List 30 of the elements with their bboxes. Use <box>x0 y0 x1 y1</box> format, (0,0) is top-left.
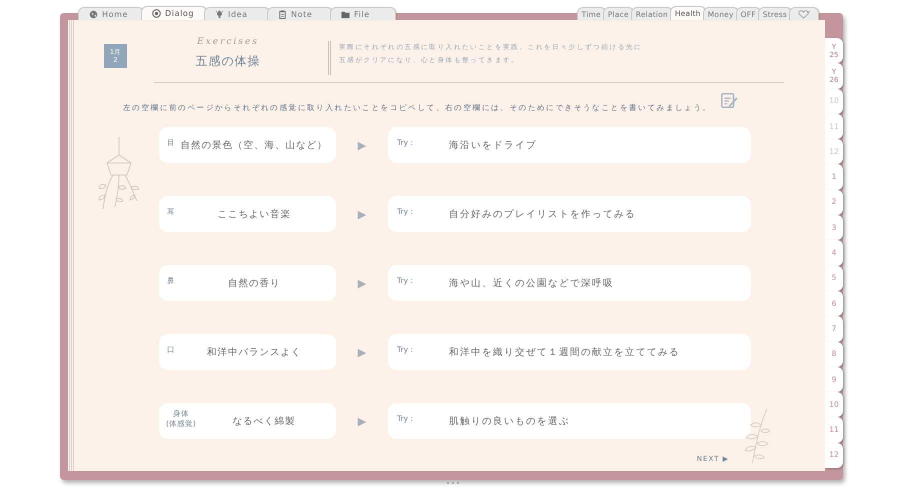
clipboard-icon <box>278 10 287 18</box>
sense-item-text: 自然の香り <box>226 276 282 290</box>
globe-icon <box>89 10 98 18</box>
try-action-text: 海や山、近くの公園などで深呼吸 <box>449 276 614 290</box>
sense-item-text: 和洋中バランスよく <box>206 346 302 358</box>
script-heading: Exercises <box>197 37 259 47</box>
favorite-tab[interactable] <box>789 7 819 20</box>
sense-item-text: 自然の景色（空、海、山など） <box>180 138 328 152</box>
try-action-text: 海沿いをドライブ <box>449 138 537 152</box>
tab[interactable]: Dialog <box>141 6 207 20</box>
tab[interactable]: File <box>330 7 396 20</box>
arrow-glyph: ▶ <box>356 138 368 152</box>
sense-item-text: ここちよい音楽 <box>216 208 292 220</box>
try-action-text: 肌触りの良いものを選ぶ <box>449 414 570 428</box>
sense-item-text: なるべく綿製 <box>231 414 296 428</box>
edit-note-icon[interactable] <box>720 92 738 110</box>
bulb-icon <box>215 10 224 18</box>
tab[interactable]: Home <box>78 7 144 20</box>
arrow-glyph: ▶ <box>356 208 368 220</box>
target-icon <box>152 9 161 18</box>
try-action-text: 自分好みのプレイリストを作ってみる <box>449 208 636 220</box>
vine-drawing <box>743 407 771 465</box>
tab[interactable]: Note <box>267 7 333 20</box>
heart-icon <box>796 10 812 18</box>
tab[interactable]: Idea <box>204 7 270 20</box>
try-action-text: 和洋中を織り交ぜて１週間の献立を立ててみる <box>449 346 680 358</box>
arrow-glyph: ▶ <box>356 346 368 358</box>
arrow-glyph: ▶ <box>356 414 368 428</box>
page-title: 五感の体操 <box>196 53 260 70</box>
arrow-glyph: ▶ <box>356 276 368 290</box>
